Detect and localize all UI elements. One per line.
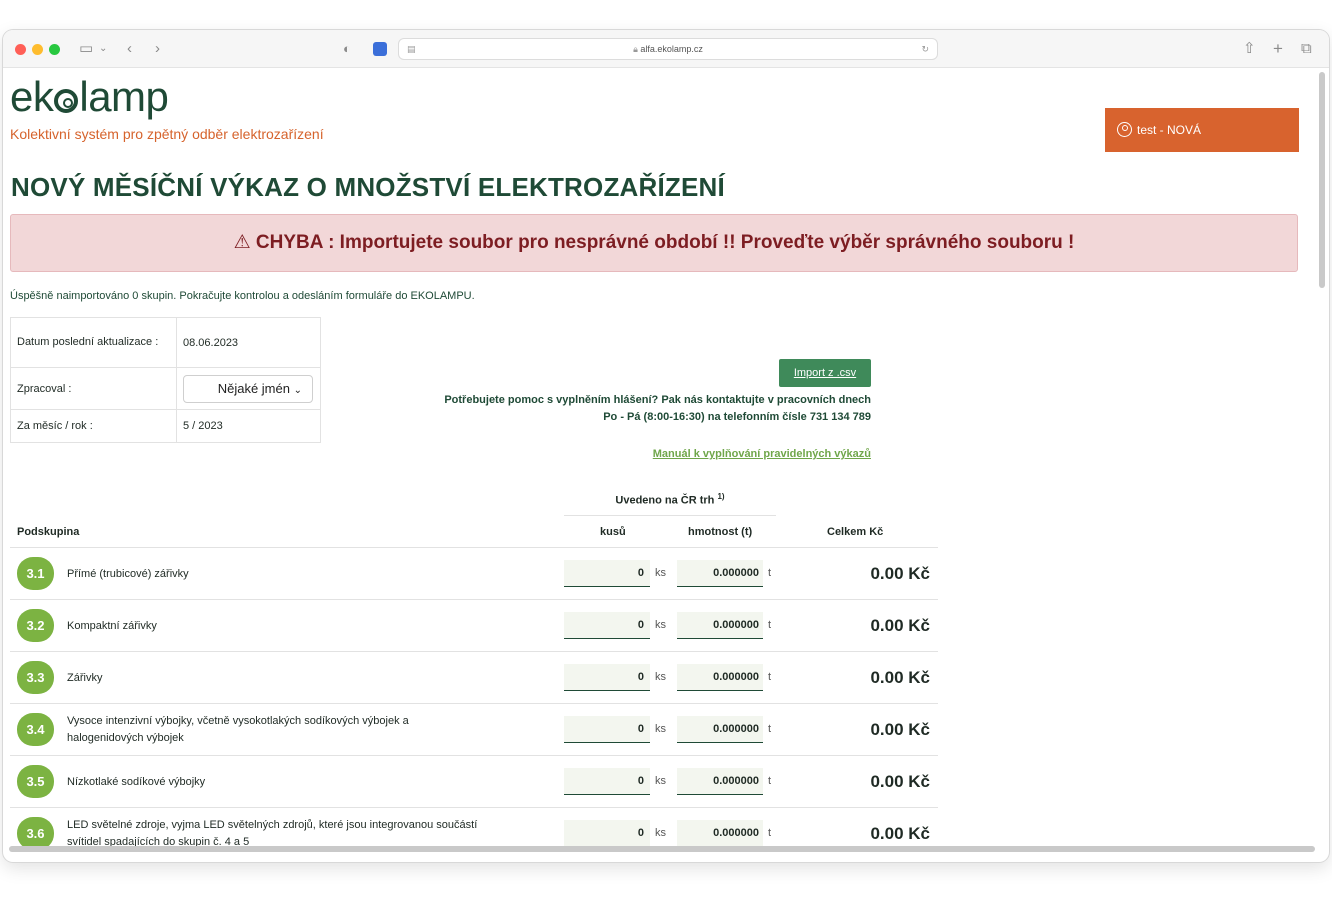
vertical-scrollbar[interactable] — [1319, 72, 1325, 288]
qty-unit: ks — [655, 723, 666, 735]
footnote-ref: 1) — [717, 492, 725, 501]
user-menu-button[interactable]: test - NOVÁ — [1105, 108, 1299, 152]
subgroup-code-badge: 3.1 — [17, 557, 54, 590]
mass-unit: t — [768, 671, 772, 683]
qty-input[interactable]: 0 — [564, 612, 650, 639]
forward-icon[interactable]: › — [155, 39, 160, 59]
subgroup-name: Kompaktní zářivky — [67, 620, 157, 632]
url-text: alfa.ekolamp.cz — [640, 44, 703, 54]
subgroup-name: Zářivky — [67, 672, 103, 684]
address-bar[interactable]: ▤ 🔒︎ alfa.ekolamp.cz ↻ — [398, 38, 938, 60]
row-total: 0.00 Kč — [870, 564, 930, 583]
mass-input[interactable]: 0.000000 — [677, 560, 763, 587]
qty-input[interactable]: 0 — [564, 560, 650, 587]
help-line-1: Potřebujete pomoc s vyplněním hlášení? P… — [444, 394, 871, 406]
reload-icon[interactable]: ↻ — [921, 39, 929, 59]
mass-unit: t — [768, 775, 772, 787]
report-info-table: Datum poslední aktualizace : 08.06.2023 … — [10, 317, 321, 443]
help-text: Potřebujete pomoc s vyplněním hlášení? P… — [444, 392, 871, 426]
import-success-message: Úspěšně naimportováno 0 skupin. Pokračuj… — [10, 290, 475, 302]
mass-unit: t — [768, 619, 772, 631]
help-line-2: Po - Pá (8:00-16:30) na telefonním čísle… — [603, 411, 871, 423]
table-row: 3.6 LED světelné zdroje, vyjma LED světel… — [10, 808, 938, 850]
subgroup-name: Vysoce intenzivní výbojky, včetně vysoko… — [67, 715, 409, 744]
qty-input[interactable]: 0 — [564, 664, 650, 691]
processed-select[interactable]: Nějaké jmén ⌄ — [183, 374, 313, 403]
qty-input[interactable]: 0 — [564, 768, 650, 795]
col-qty: kusů — [600, 526, 626, 538]
qty-unit: ks — [655, 827, 666, 839]
date-label: Datum poslední aktualizace : — [10, 317, 177, 368]
col-subgroup: Podskupina — [17, 526, 80, 538]
qty-unit: ks — [655, 671, 666, 683]
chevron-down-icon[interactable]: ⌄ — [99, 39, 107, 59]
processed-value: Nějaké jmén — [217, 380, 290, 396]
error-alert: ⚠ CHYBA : Importujete soubor pro nespráv… — [10, 214, 1298, 272]
minimize-window-button[interactable] — [32, 44, 43, 55]
col-mass: hmotnost (t) — [688, 526, 753, 538]
import-csv-button[interactable]: Import z .csv — [779, 359, 871, 387]
table-row: 3.1 Přímé (trubicové) zářivky 0 ks 0.000000 t… — [10, 548, 938, 600]
subgroup-code-badge: 3.3 — [17, 661, 54, 694]
row-total: 0.00 Kč — [870, 616, 930, 635]
table-row: 3.2 Kompaktní zářivky 0 ks 0.000000 t 0.00 Kč — [10, 600, 938, 652]
subgroup-code-badge: 3.5 — [17, 765, 54, 798]
mass-unit: t — [768, 723, 772, 735]
table-row: 3.4 Vysoce intenzivní výbojky, včetně vys… — [10, 704, 938, 756]
logo-o-mark-icon — [54, 89, 79, 113]
processed-label: Zpracoval : — [10, 367, 177, 410]
page-title: NOVÝ MĚSÍČNÍ VÝKAZ O MNOŽSTVÍ ELEKTROZAŘ… — [11, 172, 725, 202]
new-tab-icon[interactable]: + — [1273, 39, 1283, 59]
market-group-label: Uvedeno na ČR trh — [615, 494, 715, 507]
web-page: ek lamp Kolektivní systém pro zpětný odbě… — [3, 68, 1329, 850]
extension-icon[interactable] — [373, 42, 387, 56]
mass-input[interactable]: 0.000000 — [677, 612, 763, 639]
subgroup-name: Nízkotlaké sodíkové výbojky — [67, 776, 206, 788]
col-total: Celkem Kč — [827, 526, 884, 538]
tagline: Kolektivní systém pro zpětný odběr elekt… — [10, 126, 324, 142]
ekolamp-logo[interactable]: ek lamp — [10, 72, 169, 122]
sidebar-icon[interactable]: ▭ — [79, 39, 93, 59]
period-label: Za měsíc / rok : — [10, 409, 177, 443]
qty-unit: ks — [655, 567, 666, 579]
processed-cell: Nějaké jmén ⌄ — [176, 367, 321, 410]
back-icon[interactable]: ‹ — [127, 39, 132, 59]
row-total: 0.00 Kč — [870, 772, 930, 791]
mass-input[interactable]: 0.000000 — [677, 768, 763, 795]
maximize-window-button[interactable] — [49, 44, 60, 55]
qty-unit: ks — [655, 775, 666, 787]
date-value: 08.06.2023 — [176, 317, 321, 368]
qty-unit: ks — [655, 619, 666, 631]
user-label: test - NOVÁ — [1137, 123, 1202, 137]
mass-unit: t — [768, 827, 772, 839]
chevron-down-icon: ⌄ — [293, 384, 302, 396]
subgroup-code-badge: 3.2 — [17, 609, 54, 642]
table-row: 3.5 Nízkotlaké sodíkové výbojky 0 ks 0.00000… — [10, 756, 938, 808]
row-total: 0.00 Kč — [870, 720, 930, 739]
market-group-header: Uvedeno na ČR trh 1) — [564, 492, 776, 516]
mass-input[interactable]: 0.000000 — [677, 664, 763, 691]
period-value: 5 / 2023 — [176, 409, 321, 443]
share-icon[interactable]: ⇧ — [1243, 39, 1256, 59]
mass-input[interactable]: 0.000000 — [677, 716, 763, 743]
table-row: 3.3 Zářivky 0 ks 0.000000 t 0.00 Kč — [10, 652, 938, 704]
subgroup-name: Přímé (trubicové) zářivky — [67, 568, 189, 580]
qty-input[interactable]: 0 — [564, 820, 650, 847]
row-total: 0.00 Kč — [870, 668, 930, 687]
subgroup-code-badge: 3.4 — [17, 713, 54, 746]
page-icon: ▤ — [407, 44, 416, 54]
user-icon — [1117, 122, 1132, 137]
privacy-shield-icon[interactable]: ◐ — [343, 39, 351, 59]
manual-link[interactable]: Manuál k vyplňování pravidelných výkazů — [653, 448, 871, 460]
row-total: 0.00 Kč — [870, 824, 930, 843]
tabs-overview-icon[interactable]: ⧉ — [1301, 39, 1312, 59]
mass-unit: t — [768, 567, 772, 579]
browser-toolbar: ▭ ⌄ ‹ › ◐ ▤ 🔒︎ alfa.ekolamp.cz ↻ ⇧ + ⧉ — [3, 30, 1329, 68]
close-window-button[interactable] — [15, 44, 26, 55]
horizontal-scrollbar[interactable] — [9, 846, 1315, 852]
browser-window: ▭ ⌄ ‹ › ◐ ▤ 🔒︎ alfa.ekolamp.cz ↻ ⇧ + ⧉ e… — [3, 30, 1329, 862]
qty-input[interactable]: 0 — [564, 716, 650, 743]
mass-input[interactable]: 0.000000 — [677, 820, 763, 847]
